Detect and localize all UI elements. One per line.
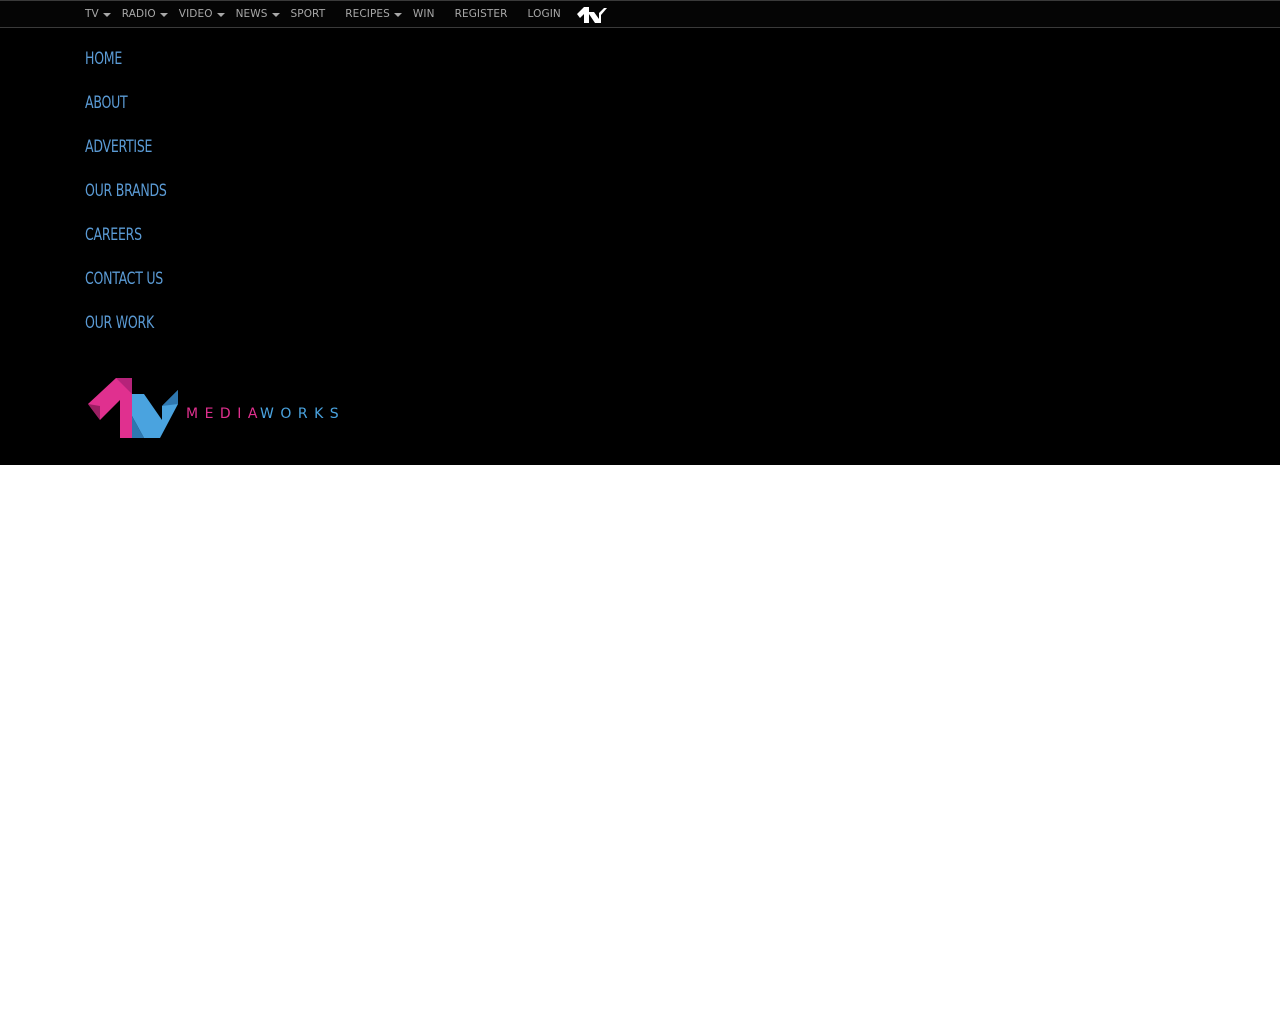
mediaworks-logo-icon: MEDIA WORKS bbox=[88, 378, 345, 438]
footer-link-about[interactable]: ABOUT bbox=[85, 90, 128, 116]
nav-item-tv[interactable]: TV bbox=[85, 8, 111, 20]
nav-item-label: TV bbox=[85, 8, 99, 20]
footer-link-home[interactable]: HOME bbox=[85, 46, 122, 72]
footer-link-our-brands[interactable]: OUR BRANDS bbox=[85, 178, 167, 204]
nav-item-label: RADIO bbox=[121, 8, 156, 20]
mediaworks-logo[interactable]: MEDIA WORKS bbox=[86, 376, 346, 440]
nav-item-sport[interactable]: SPORT bbox=[291, 8, 326, 20]
footer-panel: HOME ABOUT ADVERTISE OUR BRANDS CAREERS … bbox=[0, 28, 1280, 465]
nav-item-label: REGISTER bbox=[454, 8, 508, 20]
nav-item-label: WIN bbox=[412, 8, 435, 20]
nav-item-login[interactable]: LOGIN bbox=[528, 8, 561, 20]
chevron-down-icon bbox=[393, 13, 402, 17]
nav-item-recipes[interactable]: RECIPES bbox=[345, 8, 402, 20]
nav-item-label: VIDEO bbox=[178, 8, 213, 20]
chevron-down-icon bbox=[159, 13, 168, 17]
logo-text-works: WORKS bbox=[260, 406, 345, 422]
logo-text-media: MEDIA bbox=[186, 406, 264, 422]
footer-link-our-work[interactable]: OUR WORK bbox=[85, 310, 154, 336]
top-nav-menu: TV RADIO VIDEO NEWS SPORT RECIPES WIN RE… bbox=[85, 1, 609, 27]
footer-link-contact-us[interactable]: CONTACT US bbox=[85, 266, 163, 292]
nav-item-label: NEWS bbox=[235, 8, 268, 20]
nav-item-news[interactable]: NEWS bbox=[236, 8, 280, 20]
chevron-down-icon bbox=[216, 13, 225, 17]
chevron-down-icon bbox=[102, 13, 111, 17]
nav-item-video[interactable]: VIDEO bbox=[179, 8, 225, 20]
nav-item-radio[interactable]: RADIO bbox=[122, 8, 168, 20]
footer-link-advertise[interactable]: ADVERTISE bbox=[85, 134, 152, 160]
nav-item-label: LOGIN bbox=[527, 8, 561, 20]
top-navigation-bar: TV RADIO VIDEO NEWS SPORT RECIPES WIN RE… bbox=[0, 0, 1280, 28]
nav-item-register[interactable]: REGISTER bbox=[455, 8, 508, 20]
nav-item-label: RECIPES bbox=[345, 8, 390, 20]
footer-link-careers[interactable]: CAREERS bbox=[85, 222, 142, 248]
nav-item-win[interactable]: WIN bbox=[413, 8, 435, 20]
nav-item-label: SPORT bbox=[290, 8, 326, 20]
footer-links-list: HOME ABOUT ADVERTISE OUR BRANDS CAREERS … bbox=[85, 46, 185, 354]
mediaworks-mark-icon[interactable] bbox=[575, 3, 609, 25]
chevron-down-icon bbox=[271, 13, 280, 17]
